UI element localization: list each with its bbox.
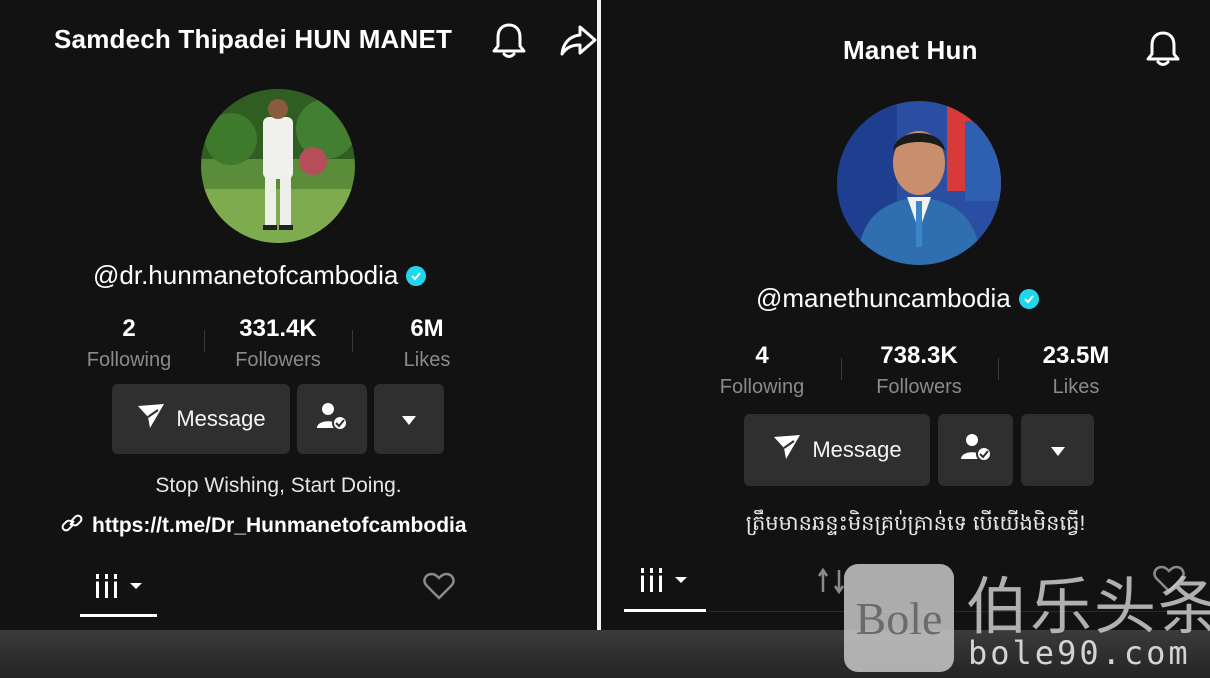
message-label: Message [812,437,902,462]
share-icon[interactable] [560,24,597,63]
divider [998,358,999,380]
stat-following[interactable]: 4 Following [692,342,832,399]
verified-badge-icon [1018,288,1039,309]
bell-icon[interactable] [492,22,526,65]
message-button[interactable]: Message [744,414,930,486]
following-status-button[interactable] [297,384,367,454]
stat-likes[interactable]: 23.5M Likes [1006,342,1146,399]
stat-label: Likes [403,349,451,371]
stat-following[interactable]: 2 Following [59,315,199,372]
watermark-logo: Bole [844,564,954,672]
profile-link[interactable]: https://t.me/Dr_Hunmanetofcambodia [60,511,467,541]
stat-label: Following [719,376,805,398]
left-profile-panel: Samdech Thipadei HUN MANET @dr.hunmaneto… [0,0,597,630]
message-button[interactable]: Message [112,384,290,454]
profile-title: Manet Hun [843,35,978,65]
stat-value: 2 [122,315,136,342]
user-check-icon [316,401,348,437]
watermark-logo-text: Bole [855,592,943,644]
link-icon [60,511,84,541]
tab-liked-heart-icon[interactable] [423,572,455,605]
profile-handle: @dr.hunmanetofcambodia [93,260,427,291]
stat-value: 6M [410,315,444,342]
send-icon [136,402,166,436]
divider [352,330,353,352]
profile-bio: Stop Wishing, Start Doing. [155,474,402,497]
stat-value: 4 [755,342,769,369]
divider [841,358,842,380]
caret-down-icon [402,406,416,432]
link-text: https://t.me/Dr_Hunmanetofcambodia [92,514,467,537]
profile-bio: ត្រឹមមានឆន្ទះមិនគ្រប់គ្រាន់ទេ បើយើងមិនធ្… [745,512,1086,535]
stat-followers[interactable]: 738.3K Followers [849,342,989,399]
stat-value: 738.3K [880,342,958,369]
divider [204,330,205,352]
avatar [837,101,1001,265]
verified-badge-icon [406,265,427,286]
handle-text: @dr.hunmanetofcambodia [93,260,399,290]
watermark-url: bole90.com [968,634,1191,672]
stat-label: Followers [876,376,962,398]
send-icon [772,433,802,467]
tab-videos[interactable] [94,572,146,605]
stat-label: Followers [235,349,321,371]
user-check-icon [960,432,992,468]
bell-icon[interactable] [1146,30,1180,73]
avatar [201,89,355,243]
following-status-button[interactable] [938,414,1013,486]
profile-title: Samdech Thipadei HUN MANET [54,24,453,54]
handle-text: @manethuncambodia [756,283,1011,313]
message-label: Message [176,406,266,431]
active-tab-indicator [624,609,706,612]
caret-down-icon [1050,437,1065,463]
stat-likes[interactable]: 6M Likes [357,315,497,372]
tab-videos[interactable] [639,566,691,599]
more-options-button[interactable] [1021,414,1094,486]
stat-value: 331.4K [239,315,317,342]
stat-label: Following [86,349,172,371]
active-tab-indicator [80,614,157,617]
profile-handle: @manethuncambodia [756,283,1039,314]
right-profile-panel: Manet Hun @manethuncambodia 4 Following … [601,0,1210,630]
more-options-button[interactable] [374,384,444,454]
stat-label: Likes [1052,376,1100,398]
watermark-text: 伯乐头条 [966,570,1210,643]
stat-followers[interactable]: 331.4K Followers [208,315,348,372]
stat-value: 23.5M [1042,342,1110,369]
